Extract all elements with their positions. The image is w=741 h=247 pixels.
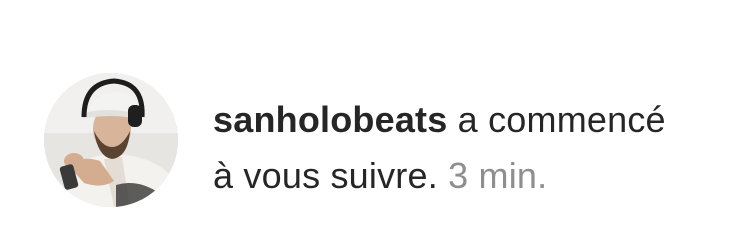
follow-action-text: a commencé	[457, 99, 666, 140]
username-link[interactable]: sanholobeats	[213, 99, 447, 140]
follow-notification[interactable]: sanholobeats a commencé à vous suivre. 3…	[0, 0, 741, 247]
notification-text: sanholobeats a commencé à vous suivre. 3…	[213, 92, 733, 204]
avatar[interactable]	[44, 73, 178, 207]
follow-action-text-continued: à vous suivre.	[213, 155, 438, 196]
profile-photo-icon	[44, 73, 178, 207]
timestamp: 3 min.	[448, 155, 548, 196]
